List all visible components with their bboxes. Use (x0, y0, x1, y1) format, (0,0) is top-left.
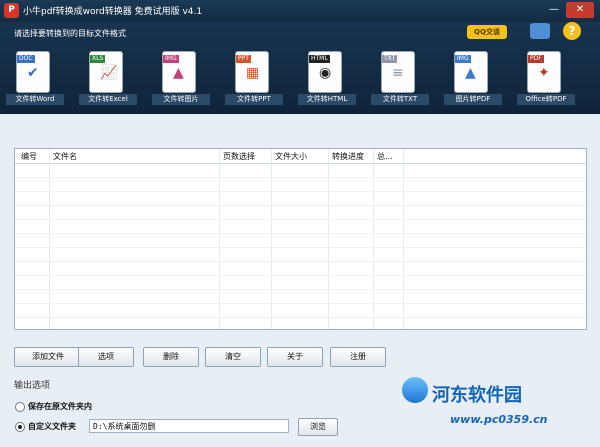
custom-folder-radio[interactable] (15, 422, 25, 432)
column-pages[interactable]: 页数选择 (223, 151, 255, 162)
column-divider (271, 149, 272, 329)
tool-img-6[interactable]: IMG ▲ 图片转PDF (444, 52, 502, 106)
window-title: 小牛pdf转换成word转换器 免费试用版 v4.1 (23, 7, 203, 17)
column-filename[interactable]: 文件名 (53, 151, 77, 162)
format-glyph-icon: ▦ (246, 65, 260, 81)
column-divider (403, 149, 404, 329)
tool-img-2[interactable]: IMG ▲ 文件转图片 (152, 52, 210, 106)
chat-icon[interactable] (530, 23, 550, 39)
file-table[interactable]: 编号 文件名 页数选择 文件大小 转换进度 总... (14, 148, 587, 330)
qq-chat-button[interactable]: QQ交谈 (467, 25, 507, 39)
format-glyph-icon: ◉ (319, 65, 332, 81)
row-divider (15, 303, 586, 304)
close-button[interactable]: ✕ (566, 2, 594, 18)
tool-label: 图片转PDF (444, 94, 502, 105)
tool-pdf-7[interactable]: PDF ✦ Office转PDF (517, 52, 575, 106)
row-divider (15, 317, 586, 318)
document-icon: DOC ✔ (17, 52, 49, 92)
format-glyph-icon: ▲ (465, 65, 476, 81)
output-options-title: 输出选项 (14, 381, 51, 391)
format-glyph-icon: 📈 (100, 65, 118, 81)
row-divider (15, 191, 586, 192)
register-button[interactable]: 注册 (330, 347, 386, 367)
format-tag: PDF (528, 55, 544, 63)
format-tag: HTML (309, 55, 330, 63)
row-divider (15, 205, 586, 206)
help-icon[interactable]: ? (563, 22, 581, 40)
format-tag: DOC (17, 55, 35, 63)
clear-button[interactable]: 清空 (205, 347, 261, 367)
watermark-url: www.pc0359.cn (450, 413, 548, 426)
column-size[interactable]: 文件大小 (275, 151, 307, 162)
column-divider (373, 149, 374, 329)
tool-label: 文件转PPT (225, 94, 283, 105)
format-glyph-icon: ▲ (173, 65, 184, 81)
document-icon: TXT ≡ (382, 52, 414, 92)
row-divider (15, 275, 586, 276)
delete-button[interactable]: 删除 (143, 347, 199, 367)
format-prompt: 请选择要转换到的目标文件格式 (14, 29, 126, 38)
add-file-button[interactable]: 添加文件 (14, 347, 82, 367)
tool-doc-0[interactable]: DOC ✔ 文件转Word (6, 52, 64, 106)
browse-button[interactable]: 浏览 (298, 418, 338, 436)
format-tag: IMG (455, 55, 471, 63)
watermark-name: 河东软件园 (432, 385, 522, 406)
title-bar: P 小牛pdf转换成word转换器 免费试用版 v4.1 — ✕ (0, 0, 600, 22)
save-original-label[interactable]: 保存在原文件夹内 (28, 401, 92, 412)
format-glyph-icon: ≡ (392, 65, 404, 81)
watermark-logo-icon (402, 377, 428, 403)
tool-label: 文件转TXT (371, 94, 429, 105)
format-tag: TXT (382, 55, 398, 63)
tool-ppt-3[interactable]: PPT ▦ 文件转PPT (225, 52, 283, 106)
row-divider (15, 177, 586, 178)
format-tag: XLS (90, 55, 106, 63)
tool-label: Office转PDF (517, 94, 575, 105)
format-glyph-icon: ✔ (27, 65, 39, 81)
tool-html-4[interactable]: HTML ◉ 文件转HTML (298, 52, 356, 106)
row-divider (15, 261, 586, 262)
row-divider (15, 247, 586, 248)
row-divider (15, 219, 586, 220)
column-progress[interactable]: 转换进度 (332, 151, 364, 162)
format-tag: PPT (236, 55, 251, 63)
document-icon: PDF ✦ (528, 52, 560, 92)
column-divider (49, 149, 50, 329)
table-header: 编号 文件名 页数选择 文件大小 转换进度 总... (15, 149, 586, 164)
about-button[interactable]: 关于 (267, 347, 323, 367)
tool-label: 文件转图片 (152, 94, 210, 105)
format-glyph-icon: ✦ (538, 65, 550, 81)
column-divider (219, 149, 220, 329)
options-button[interactable]: 选项 (78, 347, 134, 367)
tool-txt-5[interactable]: TXT ≡ 文件转TXT (371, 52, 429, 106)
column-index[interactable]: 编号 (21, 151, 37, 162)
row-divider (15, 233, 586, 234)
save-original-radio[interactable] (15, 402, 25, 412)
document-icon: XLS 📈 (90, 52, 122, 92)
document-icon: IMG ▲ (455, 52, 487, 92)
app-logo-icon: P (4, 3, 19, 18)
tool-label: 文件转Excel (79, 94, 137, 105)
document-icon: HTML ◉ (309, 52, 341, 92)
custom-folder-label[interactable]: 自定义文件夹 (28, 421, 76, 432)
tool-label: 文件转Word (6, 94, 64, 105)
tool-label: 文件转HTML (298, 94, 356, 105)
document-icon: PPT ▦ (236, 52, 268, 92)
document-icon: IMG ▲ (163, 52, 195, 92)
tool-xls-1[interactable]: XLS 📈 文件转Excel (79, 52, 137, 106)
minimize-button[interactable]: — (546, 2, 562, 18)
format-tag: IMG (163, 55, 179, 63)
column-divider (328, 149, 329, 329)
row-divider (15, 289, 586, 290)
output-path-input[interactable]: D:\系统桌面勿删 (89, 419, 289, 433)
column-total[interactable]: 总... (377, 151, 393, 162)
